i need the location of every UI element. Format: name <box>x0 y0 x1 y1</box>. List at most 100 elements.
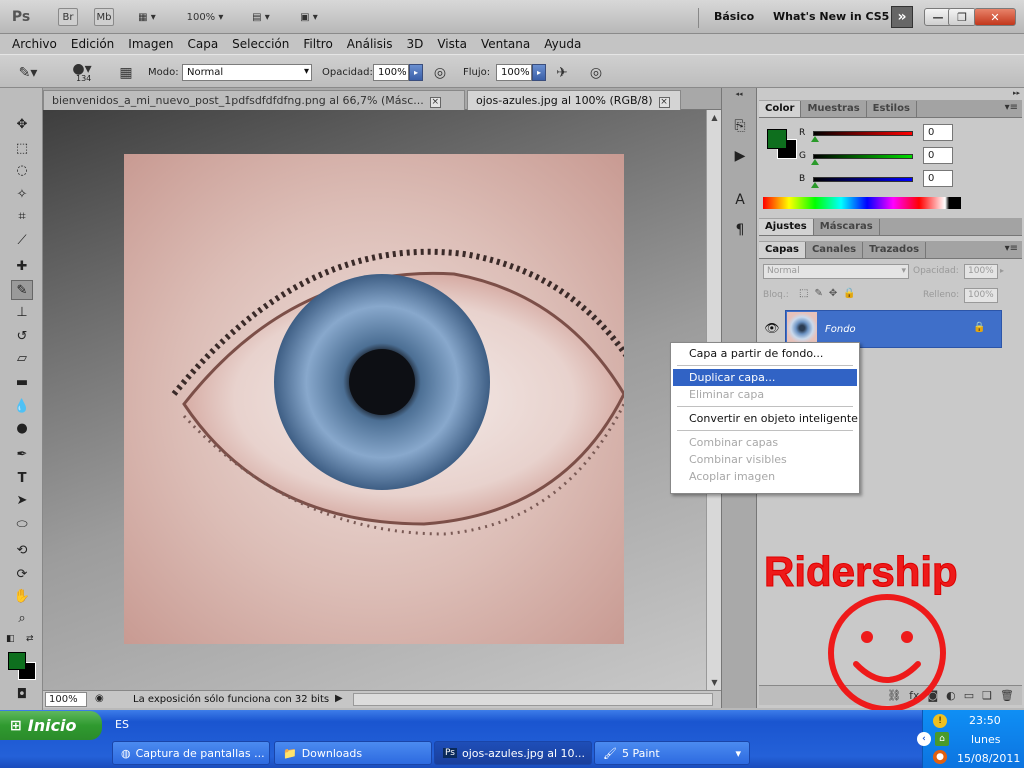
tab-color[interactable]: Color <box>759 101 802 117</box>
tab-ojos-azules[interactable]: ojos-azules.jpg al 100% (RGB/8) × <box>467 90 681 110</box>
opacity-input[interactable]: 100% <box>373 64 409 81</box>
menu-ventana[interactable]: Ventana <box>481 37 530 51</box>
actions-panel-icon[interactable]: ▶ <box>729 146 751 166</box>
antivirus-icon[interactable]: ● <box>933 750 947 764</box>
new-group-icon[interactable]: ▭ <box>964 689 974 702</box>
trash-icon[interactable]: 🗑 <box>1000 689 1014 702</box>
path-selection-tool-icon[interactable]: ➤ <box>11 490 33 510</box>
blue-knob-icon[interactable] <box>811 182 819 188</box>
quick-selection-tool-icon[interactable]: ✧ <box>11 184 33 204</box>
zoom-tool-icon[interactable]: ⌕ <box>11 608 33 628</box>
task-downloads[interactable]: 📁 Downloads <box>274 741 432 765</box>
status-zoom-field[interactable]: 100% <box>45 692 87 707</box>
menu-archivo[interactable]: Archivo <box>12 37 57 51</box>
tab-muestras[interactable]: Muestras <box>801 101 867 117</box>
red-knob-icon[interactable] <box>811 136 819 142</box>
eraser-tool-icon[interactable]: ▱ <box>11 348 33 368</box>
menu-item-capa-a-partir-de-fondo[interactable]: Capa a partir de fondo... <box>673 345 857 362</box>
menu-edicion[interactable]: Edición <box>71 37 114 51</box>
3d-rotate-tool-icon[interactable]: ⟲ <box>11 540 33 560</box>
workspace-whats-new[interactable]: What's New in CS5 <box>773 10 889 23</box>
red-input[interactable]: 0 <box>923 124 953 141</box>
quick-mask-icon[interactable]: ◘ <box>11 684 33 704</box>
opacity-arrow-icon[interactable]: ▸ <box>1000 266 1004 275</box>
pen-tool-icon[interactable]: ✒ <box>11 444 33 464</box>
tab-trazados[interactable]: Trazados <box>863 242 927 258</box>
panel-menu-icon[interactable]: ▾≡ <box>1005 102 1018 113</box>
status-menu-arrow-icon[interactable]: ▶ <box>335 693 343 704</box>
swap-colors-icon[interactable]: ⇄ <box>26 634 34 644</box>
eye-visibility-icon[interactable]: 👁 <box>763 321 781 337</box>
green-knob-icon[interactable] <box>811 159 819 165</box>
blend-mode-dropdown[interactable]: Normal ▾ <box>763 264 909 279</box>
red-gradient[interactable] <box>813 131 913 136</box>
menu-item-convertir-objeto-inteligente[interactable]: Convertir en objeto inteligente <box>673 410 858 427</box>
eye-photo[interactable] <box>124 154 624 644</box>
menu-seleccion[interactable]: Selección <box>232 37 289 51</box>
menu-item-acoplar-imagen[interactable]: Acoplar imagen <box>673 468 857 485</box>
canvas-area[interactable] <box>43 110 706 690</box>
tab-mascaras[interactable]: Máscaras <box>814 219 880 235</box>
flow-slider-arrow-icon[interactable]: ▸ <box>532 64 546 81</box>
shape-tool-icon[interactable]: ⬭ <box>11 514 33 534</box>
menu-capa[interactable]: Capa <box>187 37 218 51</box>
lock-icons[interactable]: ⬚✎✥🔒 <box>799 288 862 299</box>
menu-3d[interactable]: 3D <box>406 37 423 51</box>
menu-filtro[interactable]: Filtro <box>303 37 332 51</box>
eyedropper-tool-icon[interactable]: ⟋ <box>11 230 33 250</box>
airbrush-icon[interactable]: ✈ <box>552 63 572 83</box>
show-hidden-icons-icon[interactable]: ‹ <box>917 732 931 746</box>
default-colors-icon[interactable]: ◧ <box>6 634 15 644</box>
collapse-dock-icon[interactable]: ◂◂ <box>722 90 756 98</box>
menu-analisis[interactable]: Análisis <box>347 37 393 51</box>
start-button[interactable]: ⊞ Inicio <box>0 711 102 740</box>
dodge-tool-icon[interactable]: ● <box>11 418 33 438</box>
warning-icon[interactable]: ! <box>933 714 947 728</box>
mode-dropdown[interactable]: Normal ▾ <box>182 64 312 81</box>
tablet-pressure-size-icon[interactable]: ◎ <box>586 63 606 83</box>
history-brush-tool-icon[interactable]: ↺ <box>11 326 33 346</box>
color-fg-swatch[interactable] <box>767 129 787 149</box>
status-info-icon[interactable]: ◉ <box>95 693 104 704</box>
brush-tool-icon[interactable]: ✎ <box>11 280 33 300</box>
menu-imagen[interactable]: Imagen <box>128 37 173 51</box>
horizontal-scrollbar[interactable] <box>353 693 713 706</box>
layer-opacity-input[interactable]: 100% <box>964 264 998 279</box>
marquee-tool-icon[interactable]: ⬚ <box>11 138 33 158</box>
task-photoshop[interactable]: Ps ojos-azules.jpg al 10... <box>434 741 592 765</box>
healing-brush-tool-icon[interactable]: ✚ <box>11 256 33 276</box>
language-indicator[interactable]: ES <box>115 718 129 731</box>
tab-bienvenidos[interactable]: bienvenidos_a_mi_nuevo_post_1pdfsdfdfdfn… <box>43 90 465 110</box>
clone-stamp-tool-icon[interactable]: ⊥ <box>11 302 33 322</box>
lasso-tool-icon[interactable]: ◌ <box>11 160 33 180</box>
move-tool-icon[interactable]: ✥ <box>11 114 33 134</box>
arrange-documents-icon[interactable]: ▤ ▾ <box>244 8 278 26</box>
green-input[interactable]: 0 <box>923 147 953 164</box>
fill-input[interactable]: 100% <box>964 288 998 303</box>
tab-estilos[interactable]: Estilos <box>867 101 917 117</box>
type-tool-icon[interactable]: T <box>11 468 33 488</box>
brush-tool-preset-icon[interactable]: ✎▾ <box>18 63 38 83</box>
close-icon[interactable]: × <box>429 97 441 108</box>
color-spectrum[interactable] <box>763 197 961 209</box>
gradient-tool-icon[interactable]: ▬ <box>11 372 33 392</box>
mini-bridge-button[interactable]: Mb <box>94 8 114 26</box>
blur-tool-icon[interactable]: 💧 <box>11 396 33 416</box>
menu-item-duplicar-capa[interactable]: Duplicar capa... <box>673 369 857 386</box>
foreground-color-swatch[interactable] <box>8 652 26 670</box>
workspace-more-icon[interactable]: » <box>891 6 913 28</box>
tab-canales[interactable]: Canales <box>806 242 864 258</box>
close-button[interactable]: ✕ <box>974 8 1016 26</box>
tab-ajustes[interactable]: Ajustes <box>759 219 814 235</box>
scroll-down-icon[interactable]: ▼ <box>709 677 720 688</box>
new-layer-icon[interactable]: ❑ <box>982 689 992 702</box>
opacity-slider-arrow-icon[interactable]: ▸ <box>409 64 423 81</box>
clock-time[interactable]: 23:50 <box>969 714 1001 727</box>
green-gradient[interactable] <box>813 154 913 159</box>
view-extras-icon[interactable]: ▦ ▾ <box>130 8 164 26</box>
zoom-level-dropdown[interactable]: 100% ▾ <box>176 8 234 26</box>
paragraph-panel-icon[interactable]: ¶ <box>729 220 751 240</box>
hand-tool-icon[interactable]: ✋ <box>11 586 33 606</box>
bridge-button[interactable]: Br <box>58 8 78 26</box>
panel-menu-icon[interactable]: ▾≡ <box>1005 243 1018 254</box>
